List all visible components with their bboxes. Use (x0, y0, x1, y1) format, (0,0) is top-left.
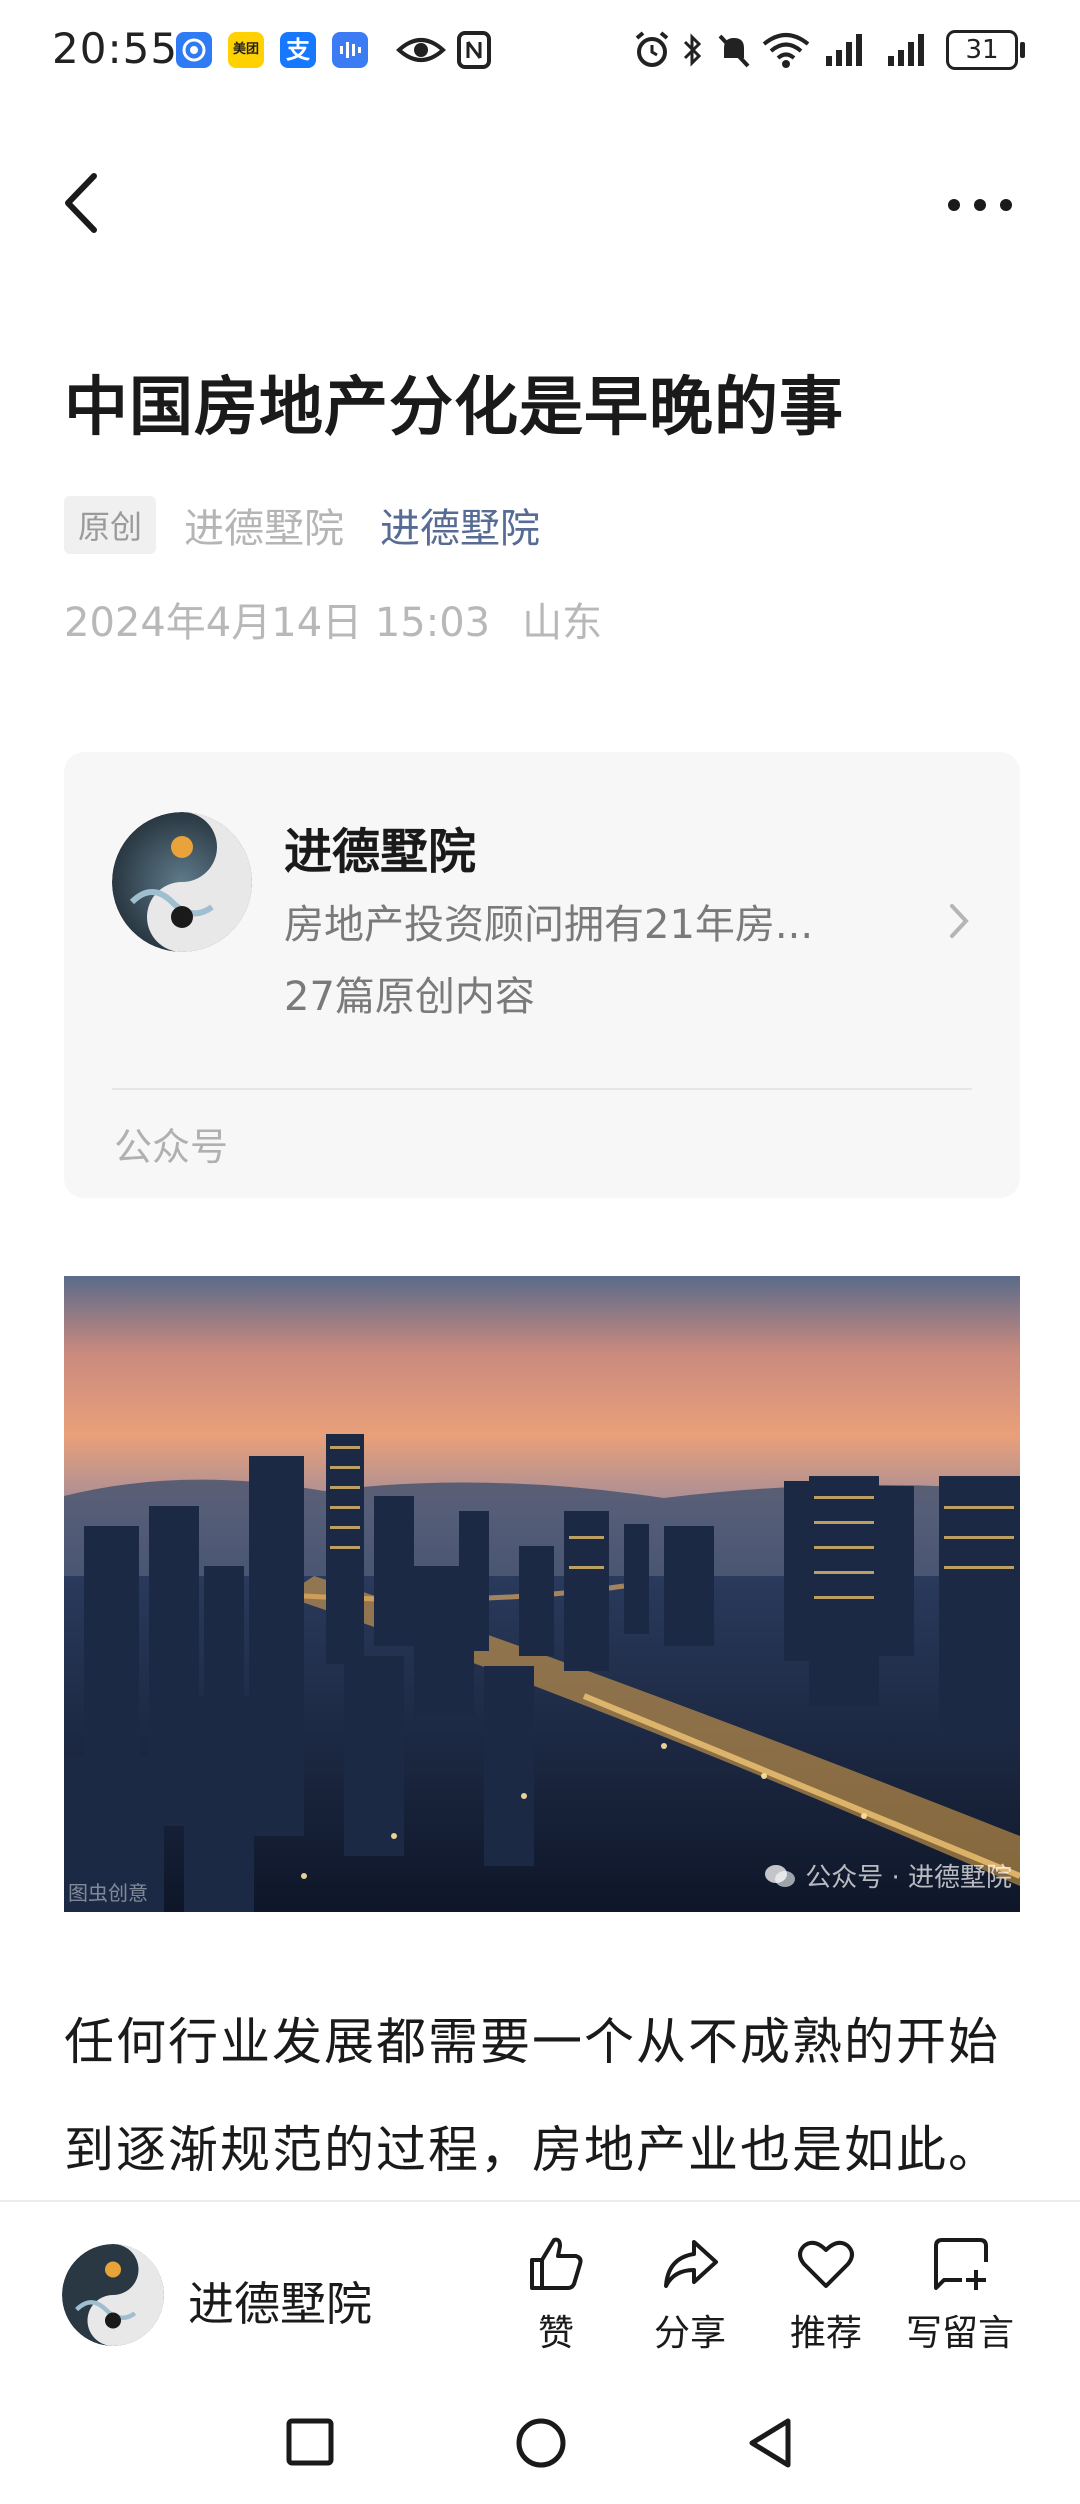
comment-label: 写留言 (905, 2313, 1014, 2354)
author-name: 进德墅院 (184, 506, 345, 552)
mute-icon (718, 34, 750, 68)
notification-app-icon (176, 32, 212, 68)
heart-icon (798, 2240, 854, 2288)
article-hero-image: 图虫创意 公众号 · 进德墅院 (64, 1276, 1020, 1912)
chevron-right-icon (950, 904, 969, 938)
recents-square-icon[interactable] (284, 2416, 336, 2468)
back-triangle-icon[interactable] (744, 2416, 794, 2470)
battery-level: 31 (965, 35, 999, 65)
nfc-icon (457, 31, 491, 69)
alipay-app-icon: 支 (280, 32, 316, 68)
bluetooth-icon (683, 33, 702, 67)
article-paragraph: 任何行业发展都需要一个从不成熟的开始到逐渐规范的过程，房地产业也是如此。 (64, 2013, 1000, 2179)
account-name: 进德墅院 (284, 824, 477, 880)
like-button[interactable]: 赞 (496, 2232, 616, 2356)
article-meta: 原创 进德墅院 进德墅院 (64, 494, 540, 556)
publish-info: 2024年4月14日 15:03 山东 (64, 590, 634, 648)
recommend-button[interactable]: 推荐 (766, 2232, 886, 2356)
like-label: 赞 (537, 2313, 574, 2354)
publish-date: 2024年4月14日 15:03 (64, 600, 491, 646)
share-label: 分享 (653, 2313, 726, 2354)
eye-icon (396, 38, 446, 62)
original-count: 27篇原创内容 (284, 974, 535, 1020)
card-divider (112, 1088, 972, 1090)
original-tag: 原创 (64, 496, 157, 554)
bottom-account-name[interactable]: 进德墅院 (188, 2268, 372, 2334)
status-time: 20:55 (52, 24, 179, 73)
account-link[interactable]: 进德墅院 (380, 496, 540, 554)
signal-icon-2 (888, 34, 924, 66)
account-description: 房地产投资顾问拥有21年房... (284, 902, 814, 948)
battery-tip (1020, 42, 1025, 58)
article-title: 中国房地产分化是早晚的事 (64, 371, 844, 445)
image-watermark-right: 公众号 · 进德墅院 (763, 1857, 1012, 1894)
home-circle-icon[interactable] (514, 2416, 568, 2470)
comment-button[interactable]: 写留言 (900, 2232, 1020, 2356)
account-card[interactable]: 进德墅院 房地产投资顾问拥有21年房... 27篇原创内容 公众号 (64, 752, 1020, 1198)
status-bar: 20:55 美团 支 31 (0, 0, 1080, 104)
bottom-account-avatar[interactable] (62, 2244, 164, 2346)
account-type-label: 公众号 (114, 1125, 229, 1169)
system-navigation-bar (0, 2380, 1080, 2504)
alarm-icon (635, 31, 669, 67)
wechat-icon (765, 1864, 796, 1887)
recommend-label: 推荐 (789, 2313, 862, 2354)
more-dots-icon[interactable] (940, 180, 1020, 230)
share-icon (664, 2240, 718, 2288)
image-watermark-text: 公众号 · 进德墅院 (805, 1863, 1012, 1893)
comment-add-icon (934, 2238, 988, 2290)
wifi-icon (762, 33, 810, 68)
signal-icon-1 (826, 34, 862, 66)
account-avatar (112, 812, 252, 952)
meituan-app-icon: 美团 (228, 32, 264, 68)
voice-app-icon (332, 32, 368, 68)
image-watermark-left: 图虫创意 (68, 1881, 148, 1905)
back-chevron-icon[interactable] (52, 168, 112, 238)
battery-icon: 31 (946, 30, 1018, 70)
bottom-action-bar: 进德墅院 赞 分享 推荐 写留言 (0, 2200, 1080, 2380)
thumbs-up-icon (530, 2237, 583, 2290)
share-button[interactable]: 分享 (630, 2232, 750, 2356)
publish-location: 山东 (522, 600, 603, 646)
